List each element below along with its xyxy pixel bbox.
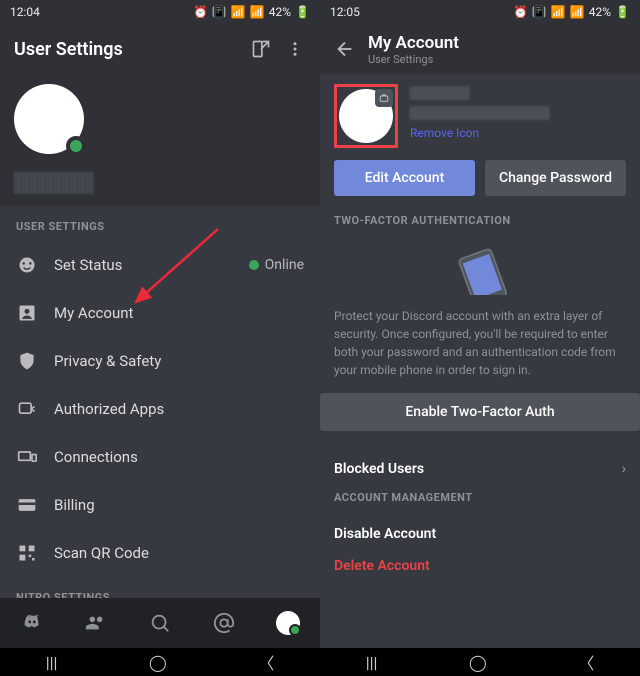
battery-percent: 42% [589, 5, 611, 19]
menu-label: My Account [54, 304, 304, 322]
sys-back-icon[interactable]: 〈 [258, 650, 274, 674]
shield-icon [16, 350, 38, 372]
nav-discord-icon[interactable] [20, 611, 44, 635]
battery-icon: 🔋 [295, 5, 310, 19]
vibrate-icon: 📳 [532, 5, 547, 19]
back-icon[interactable] [334, 38, 356, 60]
header-titles: My Account User Settings [368, 33, 626, 66]
blocked-users-row[interactable]: Blocked Users › [334, 447, 626, 491]
status-indicator [66, 136, 86, 156]
menu-scan-qr[interactable]: Scan QR Code [0, 529, 320, 577]
enable-2fa-button[interactable]: Enable Two-Factor Auth [320, 393, 640, 431]
menu-label: Billing [54, 496, 304, 514]
qr-icon [16, 542, 38, 564]
username-redacted [410, 86, 470, 100]
system-nav: ||| ◯ 〈 [320, 648, 640, 676]
account-icon [16, 302, 38, 324]
nav-friends-icon[interactable] [84, 611, 108, 635]
clock: 12:05 [330, 5, 360, 19]
sys-recent-icon[interactable]: ||| [46, 653, 58, 672]
status-icons: ⏰ 📳 📶 📶 42% 🔋 [193, 5, 310, 19]
wifi-icon: 📶 [231, 5, 246, 19]
username-redacted [14, 172, 94, 194]
avatar[interactable] [14, 84, 84, 154]
bottom-nav [0, 598, 320, 648]
disable-account-label: Disable Account [334, 526, 436, 542]
disable-account-row[interactable]: Disable Account [334, 516, 626, 552]
button-row: Edit Account Change Password [334, 160, 626, 196]
page-title: My Account [368, 33, 626, 53]
menu-label: Privacy & Safety [54, 352, 304, 370]
online-status: Online [249, 257, 304, 273]
edit-avatar-icon[interactable] [375, 89, 393, 107]
exit-icon[interactable] [250, 38, 272, 60]
nav-search-icon[interactable] [148, 611, 172, 635]
change-password-button[interactable]: Change Password [485, 160, 626, 196]
chevron-right-icon: › [622, 461, 626, 477]
blocked-users-label: Blocked Users [334, 461, 424, 477]
nav-mentions-icon[interactable] [212, 611, 236, 635]
nav-avatar-icon [276, 611, 300, 635]
menu-my-account[interactable]: My Account [0, 289, 320, 337]
phone-illustration [334, 245, 626, 295]
edit-account-button[interactable]: Edit Account [334, 160, 475, 196]
sys-recent-icon[interactable]: ||| [366, 653, 378, 672]
battery-icon: 🔋 [615, 5, 630, 19]
signal-icon: 📶 [250, 5, 265, 19]
section-account-mgmt: ACCOUNT MANAGEMENT [334, 491, 626, 504]
sys-back-icon[interactable]: 〈 [578, 650, 594, 674]
menu-billing[interactable]: Billing [0, 481, 320, 529]
system-nav: ||| ◯ 〈 [0, 648, 320, 676]
wifi-icon: 📶 [551, 5, 566, 19]
menu-authorized-apps[interactable]: Authorized Apps [0, 385, 320, 433]
screen-my-account: 12:05 ⏰ 📳 📶 📶 42% 🔋 My Account User Sett… [320, 0, 640, 676]
avatar-highlight[interactable] [334, 84, 398, 148]
billing-icon [16, 494, 38, 516]
screen-user-settings: 12:04 ⏰ 📳 📶 📶 42% 🔋 User Settings USER S… [0, 0, 320, 676]
status-bar: 12:04 ⏰ 📳 📶 📶 42% 🔋 [0, 0, 320, 24]
page-subtitle: User Settings [368, 53, 626, 66]
menu-set-status[interactable]: Set Status Online [0, 241, 320, 289]
menu-connections[interactable]: Connections [0, 433, 320, 481]
username-row [0, 172, 320, 206]
twofa-description: Protect your Discord account with an ext… [334, 307, 626, 379]
remove-icon-link[interactable]: Remove Icon [410, 126, 626, 140]
clock: 12:04 [10, 5, 40, 19]
menu-label: Authorized Apps [54, 400, 304, 418]
header: My Account User Settings [320, 24, 640, 74]
apps-icon [16, 398, 38, 420]
menu-label: Set Status [54, 256, 233, 274]
status-icon [16, 254, 38, 276]
connections-icon [16, 446, 38, 468]
section-label-user-settings: USER SETTINGS [0, 206, 320, 241]
nav-profile-avatar[interactable] [276, 611, 300, 635]
user-info: Remove Icon [410, 84, 626, 140]
email-redacted [410, 106, 550, 120]
status-bar: 12:05 ⏰ 📳 📶 📶 42% 🔋 [320, 0, 640, 24]
menu-privacy[interactable]: Privacy & Safety [0, 337, 320, 385]
delete-account-label: Delete Account [334, 558, 430, 574]
section-2fa: TWO-FACTOR AUTHENTICATION [334, 214, 626, 227]
menu-label: Connections [54, 448, 304, 466]
online-label: Online [265, 257, 304, 273]
sys-home-icon[interactable]: ◯ [149, 653, 167, 672]
online-dot-icon [249, 260, 259, 270]
profile-block [0, 74, 320, 172]
header: User Settings [0, 24, 320, 74]
page-title: User Settings [14, 39, 238, 60]
sys-home-icon[interactable]: ◯ [469, 653, 487, 672]
account-body: Remove Icon Edit Account Change Password… [320, 74, 640, 676]
alarm-icon: ⏰ [193, 5, 208, 19]
alarm-icon: ⏰ [513, 5, 528, 19]
profile-row: Remove Icon [334, 84, 626, 148]
more-icon[interactable] [284, 38, 306, 60]
signal-icon: 📶 [570, 5, 585, 19]
vibrate-icon: 📳 [212, 5, 227, 19]
status-icons: ⏰ 📳 📶 📶 42% 🔋 [513, 5, 630, 19]
menu-label: Scan QR Code [54, 544, 304, 562]
battery-percent: 42% [269, 5, 291, 19]
delete-account-row[interactable]: Delete Account [334, 552, 626, 580]
